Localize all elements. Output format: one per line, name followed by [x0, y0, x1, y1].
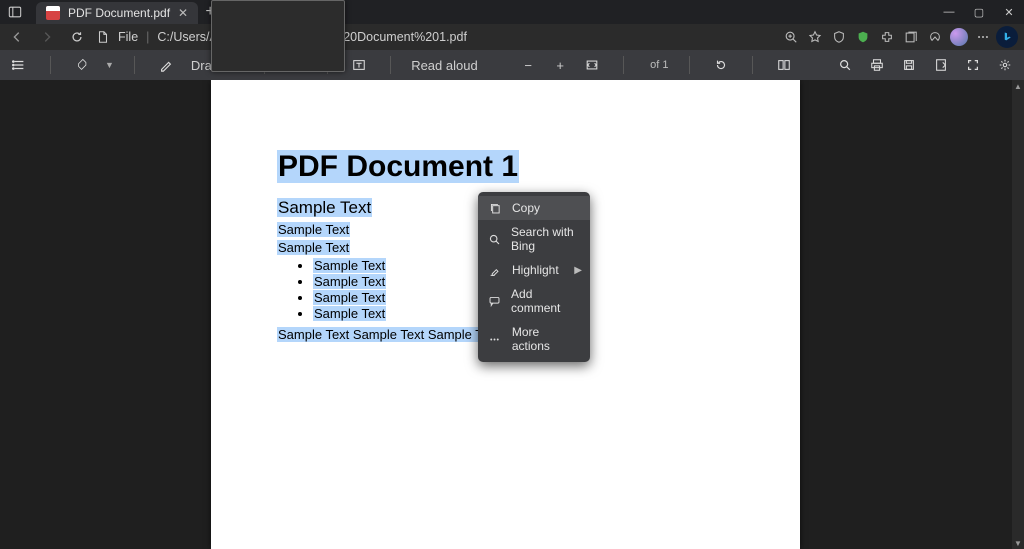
address-bar: File | C:/Users/ASUS/Desktop/~/PDF%20Doc…	[0, 24, 1024, 50]
save-button[interactable]	[898, 54, 920, 76]
context-menu-item-label: Add comment	[511, 287, 580, 315]
more-menu-button[interactable]	[972, 26, 994, 48]
rotate-button[interactable]	[710, 54, 732, 76]
context-menu-item-label: Search with Bing	[511, 225, 580, 253]
text-tool-button[interactable]	[348, 54, 370, 76]
search-icon	[488, 233, 501, 246]
annotate-button[interactable]	[930, 54, 952, 76]
find-button[interactable]	[834, 54, 856, 76]
context-menu-item-label: Copy	[512, 201, 540, 215]
read-aloud-button[interactable]: Read aloud	[411, 58, 478, 73]
zoom-out-button[interactable]: −	[517, 54, 539, 76]
context-menu-item[interactable]: Add comment	[478, 282, 590, 320]
url-separator: |	[146, 30, 149, 44]
print-button[interactable]	[866, 54, 888, 76]
context-menu-item[interactable]: Copy	[478, 196, 590, 220]
context-menu-item-label: Highlight	[512, 263, 559, 277]
zoom-indicator-icon[interactable]	[780, 26, 802, 48]
pdf-viewer: PDF Document 1 Sample Text Sample Text S…	[0, 80, 1024, 549]
contents-toggle-button[interactable]	[8, 54, 30, 76]
context-menu-item[interactable]: More actions	[478, 320, 590, 358]
copy-icon	[488, 202, 502, 215]
more-icon	[488, 333, 502, 346]
extensions-button[interactable]	[876, 26, 898, 48]
fit-page-button[interactable]	[581, 54, 603, 76]
tab-overview-button[interactable]	[0, 0, 30, 24]
performance-button[interactable]	[924, 26, 946, 48]
bing-chat-button[interactable]	[996, 26, 1018, 48]
favorite-button[interactable]	[804, 26, 826, 48]
comment-icon	[488, 295, 501, 308]
page-count-label: of 1	[650, 59, 668, 71]
zoom-in-button[interactable]: +	[549, 54, 571, 76]
scrollbar-down-button[interactable]: ▼	[1012, 537, 1024, 549]
file-icon	[96, 30, 110, 44]
context-menu-item[interactable]: Search with Bing	[478, 220, 590, 258]
nav-refresh-button[interactable]	[66, 26, 88, 48]
window-maximize-button[interactable]: ▢	[964, 0, 994, 24]
security-shield-icon[interactable]	[852, 26, 874, 48]
window-minimize-button[interactable]: —	[934, 0, 964, 24]
nav-forward-button	[36, 26, 58, 48]
page-number-input[interactable]	[211, 0, 345, 72]
tracking-shield-icon[interactable]	[828, 26, 850, 48]
fullscreen-button[interactable]	[962, 54, 984, 76]
tab-close-button[interactable]: ✕	[178, 6, 188, 20]
tab-title: PDF Document.pdf	[68, 6, 170, 20]
chevron-right-icon: ▶	[574, 265, 582, 276]
context-menu: Copy Search with Bing Highlight ▶ Add commen…	[478, 192, 590, 362]
pdf-toolbar: ▼ Draw ▼ Read aloud − + of 1	[0, 50, 1024, 80]
browser-tab[interactable]: PDF Document.pdf ✕	[36, 2, 198, 24]
pdf-settings-button[interactable]	[994, 54, 1016, 76]
page-view-button[interactable]	[773, 54, 795, 76]
url-scheme: File	[118, 30, 138, 44]
highlight-tool-button[interactable]	[71, 54, 93, 76]
url-display[interactable]: File | C:/Users/ASUS/Desktop/~/PDF%20Doc…	[96, 30, 772, 44]
pdf-favicon	[46, 6, 60, 20]
window-titlebar: PDF Document.pdf ✕ + — ▢ ✕	[0, 0, 1024, 24]
context-menu-item[interactable]: Highlight ▶	[478, 258, 590, 282]
highlight-dropdown[interactable]: ▼	[105, 60, 114, 70]
scrollbar-up-button[interactable]: ▲	[1012, 80, 1024, 92]
collections-button[interactable]	[900, 26, 922, 48]
window-close-button[interactable]: ✕	[994, 0, 1024, 24]
scrollbar[interactable]	[1012, 80, 1024, 549]
draw-tool-button[interactable]	[155, 54, 177, 76]
context-menu-item-label: More actions	[512, 325, 580, 353]
document-title: PDF Document 1	[277, 150, 734, 184]
profile-avatar[interactable]	[948, 26, 970, 48]
window-controls: — ▢ ✕	[934, 0, 1024, 24]
nav-back-button[interactable]	[6, 26, 28, 48]
highlight-icon	[488, 264, 502, 277]
